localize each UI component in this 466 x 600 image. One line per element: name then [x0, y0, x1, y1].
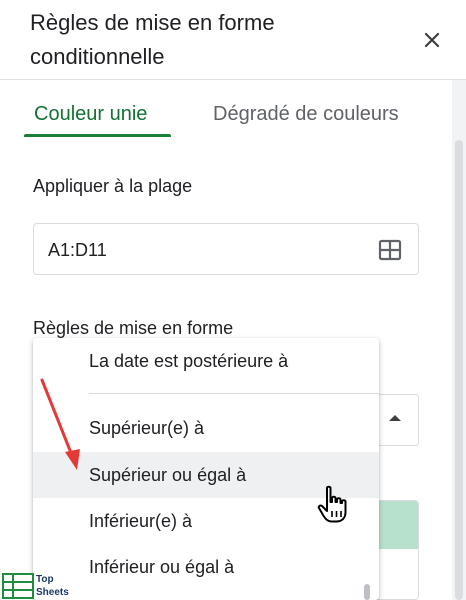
panel-scrollbar[interactable]: [452, 80, 466, 600]
range-value: A1:D11: [48, 240, 107, 260]
menu-divider: [89, 393, 379, 394]
watermark-line-2: Sheets: [36, 587, 69, 598]
caret-up-icon: [389, 415, 401, 421]
range-input[interactable]: A1:D11: [33, 223, 419, 275]
grid-icon[interactable]: [378, 238, 402, 262]
format-type-tabs: Couleur unie Dégradé de couleurs: [0, 92, 452, 140]
watermark-line-1: Top: [36, 574, 54, 585]
panel-scroll-thumb[interactable]: [455, 140, 463, 600]
panel-title: Règles de mise en forme conditionnelle: [30, 10, 275, 69]
conditional-format-panel: Règles de mise en forme conditionnelle C…: [0, 0, 466, 600]
menu-item-date-after[interactable]: La date est postérieure à: [33, 338, 379, 384]
close-button[interactable]: [416, 24, 448, 56]
menu-item-greater-or-equal[interactable]: Supérieur ou égal à: [33, 452, 379, 498]
menu-item-less-than[interactable]: Inférieur(e) à: [33, 498, 379, 544]
range-label: Appliquer à la plage: [33, 176, 193, 196]
panel-header: Règles de mise en forme conditionnelle: [0, 0, 466, 80]
tab-solid-color[interactable]: Couleur unie: [34, 92, 147, 136]
menu-item-greater-than[interactable]: Supérieur(e) à: [33, 405, 379, 451]
spreadsheet-logo-icon: [2, 573, 34, 599]
active-tab-indicator: [24, 134, 171, 137]
condition-dropdown-menu: La date est postérieure à Supérieur(e) à…: [33, 338, 379, 600]
close-icon: [424, 32, 440, 48]
tab-color-scale[interactable]: Dégradé de couleurs: [213, 92, 399, 136]
topsheets-watermark: Top Sheets: [0, 572, 80, 600]
menu-item-less-or-equal[interactable]: Inférieur ou égal à: [33, 544, 379, 590]
menu-scroll-thumb[interactable]: [364, 584, 370, 600]
